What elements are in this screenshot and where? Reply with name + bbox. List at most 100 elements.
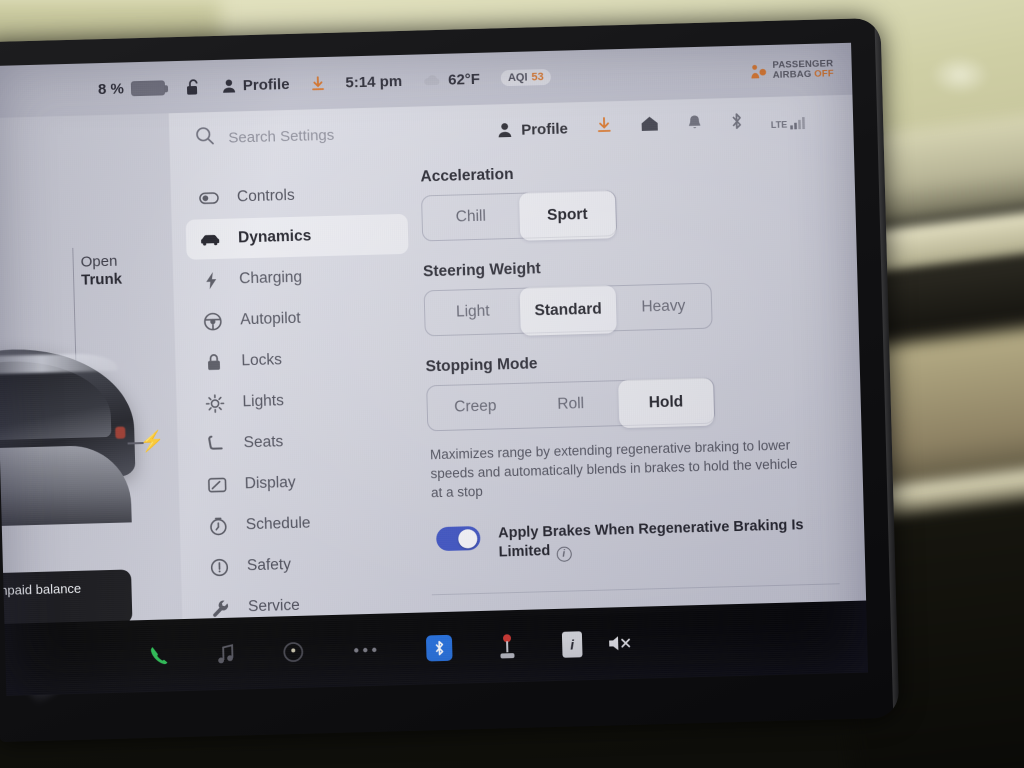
sidebar-item-label: Safety [246, 556, 292, 575]
aqi-badge[interactable]: AQI 53 [500, 68, 551, 87]
sidebar-item-label: Service [247, 596, 300, 616]
weather-indicator[interactable]: 62°F [423, 70, 480, 89]
steering-option-light[interactable]: Light [425, 289, 521, 336]
mute-icon-glyph [609, 636, 631, 651]
sidebar-item-lights[interactable]: Lights [190, 378, 413, 424]
lte-signal-icon[interactable]: LTE [771, 116, 806, 129]
charge-bolt-icon[interactable]: ⚡ [139, 430, 164, 453]
settings-sidebar: Controls Dynamics Charging Autopilot Loc… [184, 169, 420, 696]
search-input[interactable]: Search Settings [228, 126, 334, 146]
sidebar-item-dynamics[interactable]: Dynamics [185, 213, 409, 260]
sidebar-item-controls[interactable]: Controls [184, 173, 407, 219]
signal-bars-icon [790, 116, 805, 129]
profile-label: Profile [242, 75, 290, 94]
profile-button[interactable]: Profile [497, 120, 568, 139]
sidebar-item-seats[interactable]: Seats [191, 419, 414, 465]
light-icon [204, 393, 225, 413]
music-icon[interactable] [217, 644, 235, 664]
phone-icon[interactable] [147, 644, 170, 667]
toast-line2: ng [0, 596, 121, 618]
toggle-icon-glyph [199, 192, 219, 205]
unlock-icon[interactable] [186, 78, 201, 95]
acceleration-option-chill[interactable]: Chill [422, 194, 520, 241]
ellipsis-icon[interactable] [352, 646, 378, 655]
acceleration-option-sport[interactable]: Sport [518, 190, 617, 241]
taillight [115, 426, 126, 439]
lock-icon-glyph [207, 354, 220, 371]
stopping-mode-description: Maximizes range by extending regenerativ… [429, 437, 798, 501]
stopping-option-creep[interactable]: Creep [427, 384, 523, 431]
open-trunk-callout[interactable]: Open Trunk [80, 253, 122, 289]
airbag-line2: AIRBAG [772, 68, 812, 81]
steering-option-standard[interactable]: Standard [519, 285, 617, 336]
steering-icon [202, 311, 223, 331]
lock-icon [203, 353, 223, 372]
apply-brakes-toggle[interactable] [435, 526, 481, 552]
camera-icon[interactable] [282, 641, 305, 664]
info-icon[interactable]: i [556, 546, 572, 563]
airbag-icon [751, 64, 766, 79]
toggle-icon [199, 192, 219, 205]
sidebar-item-label: Autopilot [240, 309, 301, 329]
sidebar-item-display[interactable]: Display [192, 460, 415, 506]
bell-icon[interactable] [687, 114, 703, 136]
steering-option-heavy[interactable]: Heavy [615, 284, 711, 331]
time-label: 5:14 pm [345, 72, 403, 91]
stopping-option-hold[interactable]: Hold [617, 377, 715, 429]
sidebar-item-locks[interactable]: Locks [189, 337, 412, 383]
stopping-option-roll[interactable]: Roll [522, 381, 618, 428]
download-icon[interactable] [596, 116, 613, 138]
bluetooth-icon-glyph [435, 640, 443, 655]
download-icon [311, 75, 324, 90]
apply-brakes-row[interactable]: Apply Brakes When Regenerative Braking I… [430, 506, 839, 575]
joystick-rod [506, 641, 509, 653]
person-icon [498, 123, 512, 138]
info-icon[interactable]: i [561, 631, 583, 658]
joystick-icon[interactable] [500, 634, 515, 659]
stopping-mode-section-title: Stopping Mode [425, 355, 538, 376]
touchscreen-bezel: 8 % Profile 5:14 pm 62°F AQI 53 PASSENGE… [0, 17, 900, 743]
vehicle-card-panel[interactable]: Open Trunk ⚡ Check unpaid balance ng [0, 113, 185, 696]
sidebar-item-schedule[interactable]: Schedule [193, 501, 416, 547]
search-icon-glyph [196, 127, 214, 145]
profile-indicator[interactable]: Profile [222, 75, 290, 94]
battery-icon [130, 79, 166, 96]
battery-indicator[interactable]: 8 % [97, 79, 166, 98]
tesla-touchscreen[interactable]: 8 % Profile 5:14 pm 62°F AQI 53 PASSENGE… [0, 42, 869, 696]
steering-icon-glyph [203, 312, 222, 330]
toggle-knob [458, 529, 478, 549]
aqi-label: AQI [507, 71, 528, 85]
trunk-target-label: Trunk [80, 270, 123, 289]
seat-icon-glyph [208, 435, 223, 450]
profile-button-label: Profile [520, 119, 569, 139]
bluetooth-icon[interactable] [730, 112, 744, 136]
bluetooth-icon[interactable] [425, 634, 453, 662]
seat-icon [205, 435, 225, 454]
sidebar-item-autopilot[interactable]: Autopilot [188, 296, 411, 342]
clock: 5:14 pm [345, 72, 402, 91]
sidebar-item-label: Locks [241, 351, 283, 370]
airbag-state: OFF [814, 68, 835, 80]
settings-panel: Search Settings Profile LTE Controls Dyn… [168, 94, 869, 696]
apply-brakes-label: Apply Brakes When Regenerative Braking I… [497, 517, 804, 561]
music-icon-glyph [218, 644, 234, 664]
battery-percent-label: 8 % [97, 79, 125, 98]
aqi-value: 53 [531, 71, 544, 84]
alert-icon-glyph [210, 558, 228, 576]
steering-weight-section-title: Steering Weight [422, 260, 541, 281]
home-icon[interactable] [640, 115, 660, 138]
software-download-indicator[interactable] [310, 75, 324, 91]
sidebar-item-label: Display [244, 473, 296, 493]
sidebar-item-safety[interactable]: Safety [194, 542, 417, 588]
search-icon[interactable] [195, 126, 215, 151]
acceleration-segmented-control: Chill Sport [421, 190, 618, 242]
mute-icon[interactable] [607, 633, 634, 654]
light-spot [930, 55, 990, 95]
notification-toast[interactable]: Check unpaid balance ng [0, 569, 133, 629]
sidebar-item-label: Charging [238, 268, 303, 288]
joystick-icon-glyph [500, 634, 515, 659]
ellipsis-icon-glyph [354, 647, 377, 653]
sidebar-item-label: Dynamics [237, 227, 312, 247]
sidebar-item-charging[interactable]: Charging [187, 255, 410, 301]
joystick-base [500, 653, 515, 659]
